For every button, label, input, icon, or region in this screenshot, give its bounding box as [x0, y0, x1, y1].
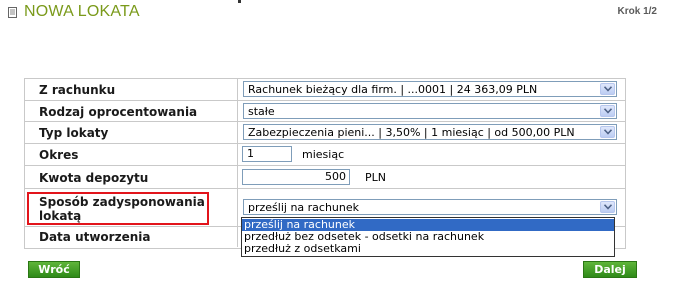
- amount-label: Kwota depozytu: [39, 171, 149, 185]
- interest-type-select[interactable]: stałe: [243, 103, 617, 119]
- next-button[interactable]: Dalej: [583, 261, 637, 278]
- row-period: Okres 1 miesiąc: [25, 144, 625, 166]
- amount-unit: PLN: [365, 171, 386, 184]
- chevron-down-icon[interactable]: [600, 126, 615, 138]
- period-input[interactable]: 1: [242, 146, 292, 162]
- row-amount: Kwota depozytu 500 PLN: [25, 166, 625, 189]
- chevron-down-icon[interactable]: [600, 201, 615, 213]
- row-interest-type: Rodzaj oprocentowania stałe: [25, 101, 625, 122]
- chevron-down-icon[interactable]: [600, 83, 615, 95]
- interest-type-label: Rodzaj oprocentowania: [39, 105, 198, 119]
- disposition-dropdown-list[interactable]: prześlij na rachunek przedłuż bez odsete…: [241, 217, 615, 257]
- dropdown-option[interactable]: przedłuż z odsetkami: [242, 243, 614, 255]
- source-account-label: Z rachunku: [39, 83, 116, 97]
- chevron-down-icon[interactable]: [600, 105, 615, 117]
- step-indicator: Krok 1/2: [617, 6, 657, 17]
- disposition-select[interactable]: prześlij na rachunek: [243, 199, 617, 215]
- period-label: Okres: [39, 148, 79, 162]
- source-account-value: Rachunek bieżący dla firm. | ...0001 | 2…: [248, 83, 538, 96]
- disposition-value: prześlij na rachunek: [248, 201, 360, 214]
- page-title: NOWA LOKATA: [24, 3, 140, 20]
- row-deposit-type: Typ lokaty Zabezpieczenia pieni... | 3,5…: [25, 122, 625, 144]
- decorative-dot: [238, 0, 241, 3]
- interest-type-value: stałe: [248, 105, 275, 118]
- row-source-account: Z rachunku Rachunek bieżący dla firm. | …: [25, 79, 625, 101]
- document-icon: [8, 7, 17, 18]
- period-unit: miesiąc: [302, 148, 345, 161]
- page-header: NOWA LOKATA Krok 1/2: [0, 0, 676, 28]
- deposit-type-label: Typ lokaty: [39, 126, 109, 140]
- amount-input[interactable]: 500: [242, 169, 350, 185]
- deposit-type-select[interactable]: Zabezpieczenia pieni... | 3,50% | 1 mies…: [243, 124, 617, 140]
- back-button[interactable]: Wróć: [28, 261, 80, 278]
- disposition-label: Sposób zadysponowania lokatą: [39, 195, 205, 223]
- source-account-select[interactable]: Rachunek bieżący dla firm. | ...0001 | 2…: [243, 81, 617, 97]
- deposit-type-value: Zabezpieczenia pieni... | 3,50% | 1 mies…: [248, 126, 575, 139]
- creation-date-label: Data utworzenia: [39, 230, 151, 244]
